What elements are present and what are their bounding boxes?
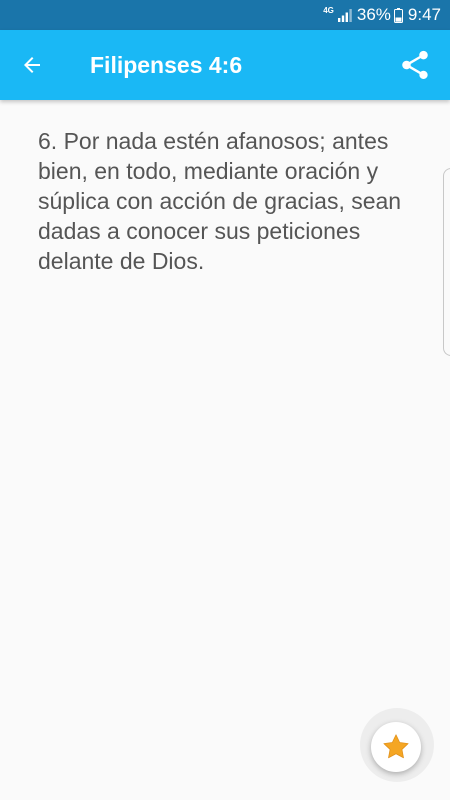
network-type-label: 4G [323,6,334,15]
back-button[interactable] [10,43,54,87]
share-icon [402,50,428,80]
status-icons: 4G 36% 9:47 [323,0,441,30]
clock: 9:47 [407,5,441,24]
status-bar: 4G 36% 9:47 [0,0,450,30]
star-icon [383,734,409,759]
signal-icon [337,9,352,22]
arrow-left-icon [24,57,40,73]
edge-panel-handle[interactable] [443,168,450,356]
favorite-button[interactable] [371,722,421,772]
battery-percent: 36% [356,5,391,24]
app-bar: Filipenses 4:6 [0,30,450,100]
share-button[interactable] [392,42,438,88]
page-title: Filipenses 4:6 [90,52,243,78]
battery-icon [393,7,403,23]
verse-text: 6. Por nada estén afanosos; antes bien, … [38,128,402,274]
